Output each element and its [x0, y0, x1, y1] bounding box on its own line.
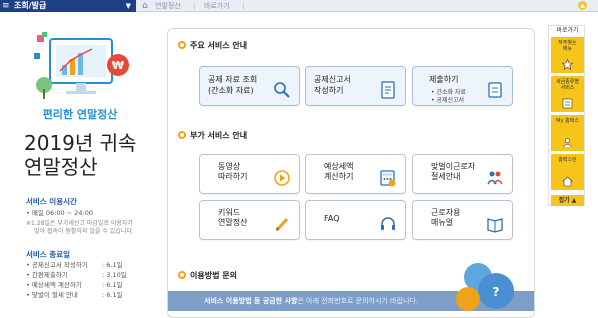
service-note-line-2: 많아 접속이 원활하지 않을 수 있습니다.	[34, 228, 134, 235]
breadcrumb-item-1[interactable]: 연말정산	[155, 0, 181, 12]
card-deduction-data-lookup[interactable]: 공제 자료 조회 (간소화 자료)	[199, 66, 300, 106]
end-item: • 공제신고서 작성하기 : 6.1일	[26, 261, 123, 270]
page-title-line-2: 연말정산	[24, 155, 98, 179]
quick-item-tax-type-service[interactable]: 세금종류별 서비스	[551, 76, 584, 112]
card-submit[interactable]: 제출하기 • 간소화 자료 • 공제신고서	[412, 66, 513, 106]
calculator-icon	[380, 170, 396, 187]
service-end-heading: 서비스 종료일	[26, 250, 71, 259]
end-item: • 예상세액 계산하기 : 6.1일	[26, 281, 123, 290]
page-title: 2019년 귀속 연말정산	[24, 131, 164, 179]
breadcrumb-item-2[interactable]: 바로가기	[204, 0, 230, 12]
couple-icon	[487, 171, 503, 185]
home-icon[interactable]: ⌂	[139, 0, 151, 12]
card-tax-estimate[interactable]: 예상세액 계산하기	[305, 154, 406, 194]
menu-title[interactable]: 조회/발급	[14, 0, 46, 12]
end-item-name: • 간편제출하기	[26, 271, 68, 279]
chevron-down-icon[interactable]: ▼	[126, 0, 131, 12]
inquiry-banner-rest: 은 아래 전화번호로 문의하시기 바랍니다.	[297, 297, 419, 305]
section-heading-extra-text: 부가 서비스 안내	[190, 131, 248, 140]
end-item-name: • 맞벌이 절세 안내	[26, 291, 78, 299]
breadcrumb-separator: |	[193, 2, 196, 10]
bullet-icon	[178, 131, 186, 139]
quick-item-label: 홈택스란	[558, 157, 577, 163]
svg-text:?: ?	[493, 285, 500, 299]
service-time-value: • 매일 06:00 ~ 24:00	[26, 209, 93, 217]
hero-subtitle: 편리한 연말정산	[42, 108, 118, 121]
service-note-line-1: ※1.28일은 부가세신고 마감일로 이용자가	[26, 220, 133, 227]
card-label: 공제 자료 조회 (간소화 자료)	[208, 75, 258, 95]
quick-menu: 바로가기 자주찾는 메뉴 세금종류별 서비스 My 홈택스 홈택스란 접기 ▲	[548, 25, 585, 206]
upload-document-icon	[488, 82, 502, 98]
quick-item-about-hometax[interactable]: 홈택스란	[551, 154, 584, 190]
card-label: 동영상 따라하기	[218, 162, 248, 181]
quick-item-label: My 홈택스	[556, 118, 579, 124]
card-keyword-guide[interactable]: 키워드 연말정산	[199, 200, 300, 240]
end-item-date: : 3.10일	[102, 271, 127, 279]
quick-item-my-hometax[interactable]: My 홈택스	[551, 115, 584, 151]
inquiry-banner-bold: 서비스 이용방법 등 궁금한 사항	[204, 297, 298, 305]
svg-text:₩: ₩	[112, 59, 124, 72]
top-bar: ≡ 조회/발급 ▼ ⌂ 연말정산 | 바로가기 | ▲	[0, 0, 598, 12]
quick-item-label: 자주찾는 메뉴	[558, 40, 577, 52]
end-item-date: : 6.1일	[102, 261, 123, 269]
card-label: 공제신고서 작성하기	[314, 75, 351, 95]
user-icon	[563, 137, 572, 148]
card-worker-manual[interactable]: 근로자용 매뉴얼	[412, 200, 513, 240]
end-item-date: : 6.1일	[102, 281, 123, 289]
card-dual-income-guide[interactable]: 맞벌이근로자 절세안내	[412, 154, 513, 194]
card-label: 맞벌이근로자 절세안내	[431, 162, 476, 181]
quick-item-favorite-menu[interactable]: 자주찾는 메뉴	[551, 37, 584, 73]
card-faq[interactable]: FAQ	[305, 200, 406, 240]
search-icon	[274, 82, 290, 98]
card-bullet: • 공제신고서	[431, 97, 465, 104]
card-label: FAQ	[324, 214, 340, 223]
breadcrumb-separator: |	[242, 2, 245, 10]
page-title-line-1: 2019년 귀속	[24, 131, 137, 155]
card-label: 근로자용 매뉴얼	[431, 208, 461, 227]
hero-illustration: ₩	[34, 32, 129, 99]
chat-bubble-illustration: ?	[456, 263, 514, 311]
bullet-icon	[178, 41, 186, 49]
card-label: 제출하기	[429, 75, 459, 84]
headset-icon	[381, 217, 395, 230]
inquiry-banner-text: 서비스 이용방법 등 궁금한 사항은 아래 전화번호로 문의하시기 바랍니다.	[204, 296, 418, 306]
hamburger-icon[interactable]: ≡	[2, 0, 10, 12]
section-heading-extra: 부가 서비스 안내	[178, 130, 247, 141]
main-panel: 주요 서비스 안내 공제 자료 조회 (간소화 자료) 공제신고서 작성하기 제…	[167, 28, 535, 318]
section-heading-inquiry: 이용방법 문의	[178, 270, 237, 281]
scroll-top-button[interactable]: ▲	[578, 1, 587, 10]
end-item: • 맞벌이 절세 안내 : 6.1일	[26, 291, 123, 300]
end-item: • 간편제출하기 : 3.10일	[26, 271, 127, 280]
menu-dropdown[interactable]: ≡ 조회/발급 ▼	[0, 0, 136, 12]
end-item-name: • 예상세액 계산하기	[26, 281, 82, 289]
end-item-name: • 공제신고서 작성하기	[26, 261, 88, 269]
section-heading-main-text: 주요 서비스 안내	[190, 41, 248, 50]
quick-menu-heading: 바로가기	[556, 27, 579, 34]
quick-menu-collapse-button[interactable]: 접기 ▲	[551, 195, 584, 206]
bullet-icon	[178, 271, 186, 279]
section-heading-main: 주요 서비스 안내	[178, 40, 247, 51]
card-video-guide[interactable]: 동영상 따라하기	[199, 154, 300, 194]
card-label: 키워드 연말정산	[218, 208, 248, 227]
service-time-heading: 서비스 이용시간	[26, 197, 77, 206]
document-icon	[381, 81, 395, 99]
list-icon	[562, 98, 573, 109]
book-icon	[487, 218, 503, 233]
star-icon	[562, 59, 573, 70]
end-item-date: : 6.1일	[102, 291, 123, 299]
house-icon	[562, 176, 573, 187]
quick-item-label: 세금종류별 서비스	[555, 79, 579, 91]
card-deduction-form-write[interactable]: 공제신고서 작성하기	[305, 66, 406, 106]
card-label: 예상세액 계산하기	[324, 162, 354, 181]
play-icon	[274, 170, 290, 186]
pencil-icon	[275, 217, 289, 232]
left-panel: ₩ 편리한 연말정산 2019년 귀속 연말정산 서비스 이용시간 • 매일 0…	[0, 13, 160, 318]
section-heading-inquiry-text: 이용방법 문의	[190, 271, 237, 280]
